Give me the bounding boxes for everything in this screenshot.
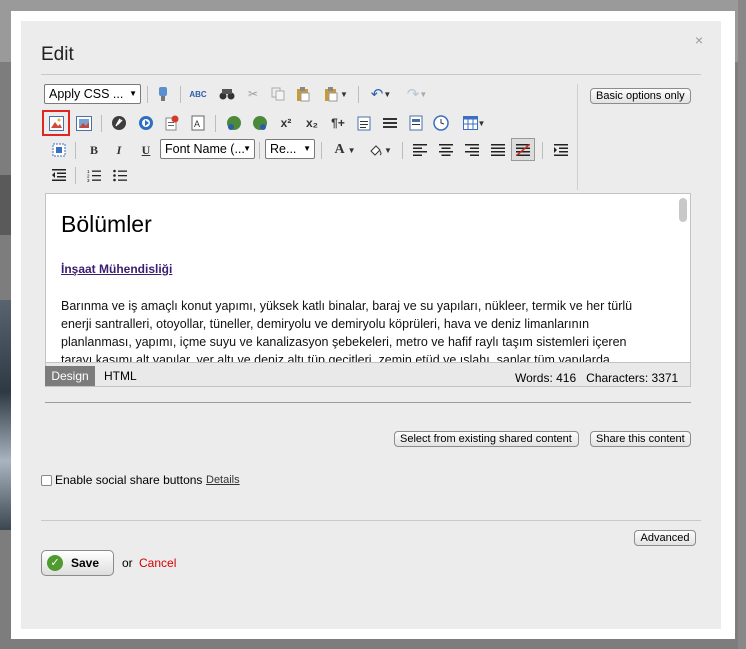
- underline-icon[interactable]: U: [137, 141, 155, 159]
- apply-css-select[interactable]: Apply CSS ... ▼: [44, 84, 141, 104]
- remove-alignment-icon[interactable]: [514, 141, 532, 159]
- align-center-icon[interactable]: [437, 141, 455, 159]
- hyperlink-icon[interactable]: [225, 114, 243, 132]
- editor-divider: [45, 402, 691, 403]
- share-content-button[interactable]: Share this content: [590, 431, 691, 447]
- save-label: Save: [71, 556, 100, 570]
- separator: [542, 142, 543, 159]
- separator: [180, 86, 181, 103]
- save-button[interactable]: ✓ Save: [41, 550, 114, 576]
- insert-paragraph-icon[interactable]: ¶+: [329, 114, 347, 132]
- bold-icon[interactable]: B: [85, 141, 103, 159]
- highlight-color-icon[interactable]: ▼: [365, 141, 395, 159]
- redo-icon[interactable]: ↷ ▼: [402, 85, 432, 103]
- separator: [147, 86, 148, 103]
- separator: [215, 115, 216, 132]
- font-color-icon[interactable]: A ▼: [330, 141, 360, 159]
- checkmark-icon: ✓: [47, 555, 63, 571]
- footer-divider: [41, 520, 701, 521]
- basic-options-button[interactable]: Basic options only: [590, 88, 691, 104]
- title-divider: [41, 74, 701, 75]
- background-right: [738, 0, 746, 649]
- editor-scrollbar[interactable]: [679, 198, 687, 222]
- italic-icon[interactable]: I: [110, 141, 128, 159]
- chevron-down-icon: ▼: [303, 144, 311, 153]
- content-paragraph: Barınma ve iş amaçlı konut yapımı, yükse…: [61, 299, 633, 363]
- image-manager-icon[interactable]: [75, 114, 93, 132]
- select-all-icon[interactable]: [50, 141, 68, 159]
- paste-special-icon[interactable]: ▼: [321, 85, 351, 103]
- characters-count: Characters: 3371: [586, 371, 679, 385]
- form-element-icon[interactable]: [407, 114, 425, 132]
- chevron-down-icon: ▼: [243, 144, 251, 153]
- words-count: Words: 416: [515, 371, 577, 385]
- svg-text:3: 3: [87, 178, 90, 182]
- advanced-button[interactable]: Advanced: [634, 530, 696, 546]
- word-count: Words: 416 Characters: 3371: [515, 371, 678, 385]
- insert-date-icon[interactable]: [355, 114, 373, 132]
- format-painter-icon[interactable]: [154, 85, 172, 103]
- document-manager-icon[interactable]: [163, 114, 181, 132]
- font-color-glyph: A: [334, 142, 345, 157]
- numbered-list-icon[interactable]: 123: [85, 166, 103, 184]
- separator: [75, 142, 76, 159]
- editor-content[interactable]: Bölümler İnşaat Mühendisliği Barınma ve …: [45, 193, 691, 363]
- media-icon[interactable]: [137, 114, 155, 132]
- content-link[interactable]: İnşaat Mühendisliği: [61, 262, 172, 276]
- font-name-select[interactable]: Font Name (... ▼: [160, 139, 255, 159]
- font-size-select[interactable]: Re... ▼: [265, 139, 315, 159]
- horizontal-rule-icon[interactable]: [381, 114, 399, 132]
- separator: [101, 115, 102, 132]
- tab-design[interactable]: Design: [45, 366, 95, 386]
- svg-text:A: A: [194, 119, 200, 129]
- copy-icon[interactable]: [269, 85, 287, 103]
- separator: [321, 142, 322, 159]
- spellcheck-icon[interactable]: ABC: [189, 85, 207, 103]
- indent-icon[interactable]: [552, 141, 570, 159]
- apply-css-label: Apply CSS ...: [49, 87, 124, 101]
- undo-icon[interactable]: ↶ ▼: [366, 85, 396, 103]
- or-text: or: [122, 556, 133, 570]
- align-right-icon[interactable]: [463, 141, 481, 159]
- flash-icon[interactable]: [110, 114, 128, 132]
- font-size-label: Re...: [270, 142, 297, 156]
- table-icon[interactable]: ▼: [459, 114, 489, 132]
- paste-icon[interactable]: [294, 85, 312, 103]
- superscript-icon[interactable]: x²: [277, 114, 295, 132]
- separator: [259, 142, 260, 159]
- font-name-label: Font Name (...: [165, 142, 245, 156]
- cancel-link[interactable]: Cancel: [139, 556, 176, 570]
- align-left-icon[interactable]: [411, 141, 429, 159]
- cut-icon[interactable]: ✂: [244, 85, 262, 103]
- clock-icon[interactable]: [432, 114, 450, 132]
- close-icon[interactable]: ×: [695, 32, 703, 48]
- content-heading: Bölümler: [61, 211, 152, 237]
- toolbar-divider: [577, 84, 578, 190]
- social-share-checkbox[interactable]: [41, 475, 52, 486]
- subscript-icon[interactable]: x₂: [303, 114, 321, 132]
- social-share-label: Enable social share buttons: [55, 473, 203, 487]
- template-icon[interactable]: A: [189, 114, 207, 132]
- remove-link-icon[interactable]: [251, 114, 269, 132]
- select-shared-content-button[interactable]: Select from existing shared content: [394, 431, 579, 447]
- details-link[interactable]: Details: [206, 474, 240, 486]
- dialog-title: Edit: [41, 44, 74, 65]
- separator: [75, 167, 76, 184]
- tab-html[interactable]: HTML: [104, 369, 137, 383]
- separator: [402, 142, 403, 159]
- separator: [358, 86, 359, 103]
- outdent-icon[interactable]: [50, 166, 68, 184]
- chevron-down-icon: ▼: [129, 89, 137, 98]
- bullet-list-icon[interactable]: [111, 166, 129, 184]
- insert-image-icon[interactable]: [47, 114, 65, 132]
- justify-icon[interactable]: [489, 141, 507, 159]
- find-icon[interactable]: [218, 85, 236, 103]
